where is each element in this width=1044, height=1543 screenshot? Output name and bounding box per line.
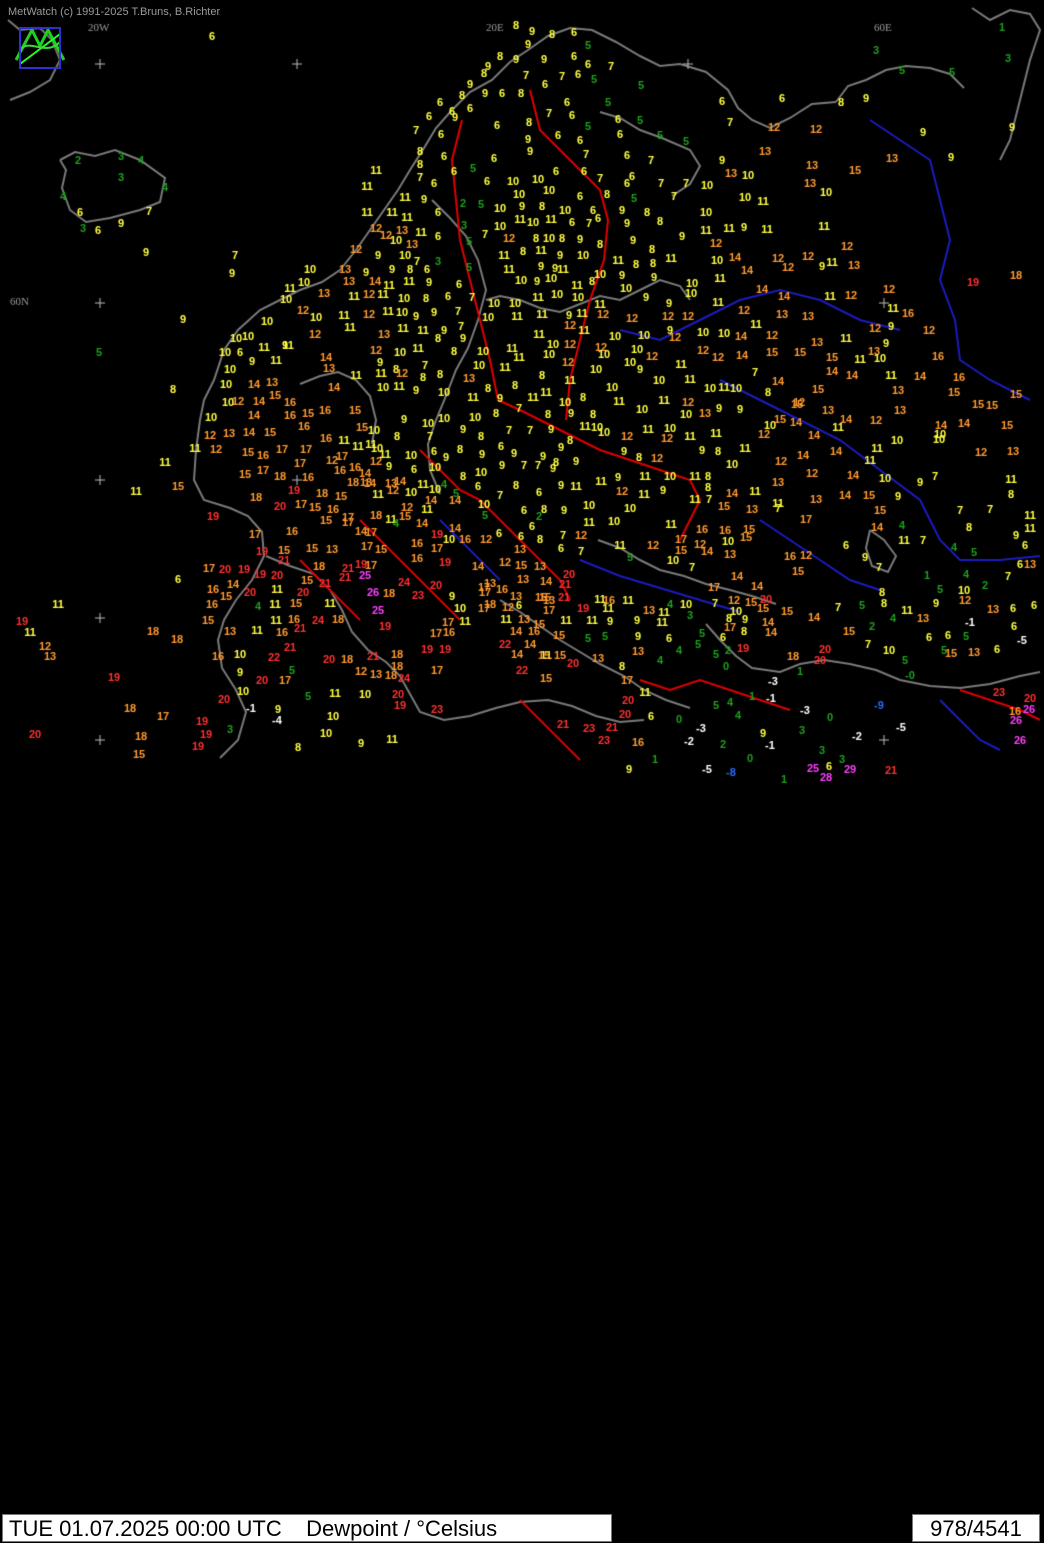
- datetime-parameter-label: TUE 01.07.2025 00:00 UTC Dewpoint / °Cel…: [2, 1514, 612, 1542]
- parameter-label: Dewpoint / °Celsius: [306, 1516, 498, 1541]
- metwatch-logo: [12, 20, 68, 77]
- dewpoint-map[interactable]: [0, 0, 1044, 788]
- status-bar: TUE 01.07.2025 00:00 UTC Dewpoint / °Cel…: [0, 756, 1044, 1542]
- copyright-notice: MetWatch (c) 1991-2025 T.Bruns, B.Richte…: [8, 6, 221, 18]
- station-count-label: 978/4541: [912, 1514, 1040, 1542]
- datetime-label: TUE 01.07.2025 00:00 UTC: [9, 1516, 282, 1541]
